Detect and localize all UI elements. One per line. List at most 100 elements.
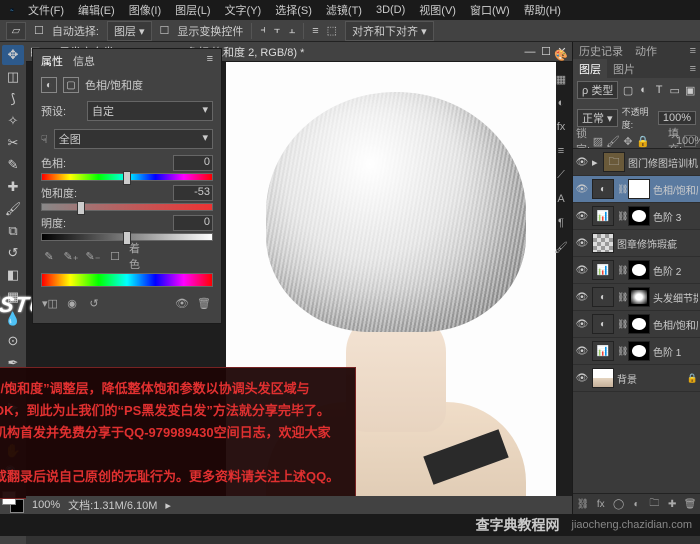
filter-smart-icon[interactable]: ▣ <box>684 84 696 96</box>
visibility-icon[interactable]: 👁 <box>575 292 589 303</box>
hue-value[interactable]: 0 <box>173 155 213 171</box>
link-icon[interactable]: ⛓ <box>617 346 625 357</box>
layer-name[interactable]: 图章修饰瑕疵 <box>617 236 698 251</box>
distribute-icon[interactable]: ≡ <box>312 25 318 37</box>
link-icon[interactable]: ⛓ <box>617 184 625 195</box>
new-adjustment-icon[interactable]: ◐ <box>629 496 645 512</box>
adjustment-thumb[interactable]: 📊 <box>592 341 614 361</box>
crop-tool[interactable]: ✂ <box>2 133 24 153</box>
menu-window[interactable]: 窗口(W) <box>464 0 516 20</box>
link-icon[interactable]: ⛓ <box>617 265 625 276</box>
layer-name[interactable]: 色相/饱和度 1 <box>653 317 698 332</box>
colorize-checkbox[interactable]: ☐ <box>107 249 123 263</box>
visibility-icon[interactable]: 👁 <box>575 265 589 276</box>
filter-pixel-icon[interactable]: ▢ <box>622 84 634 96</box>
align-icon2[interactable]: ⫟ <box>274 24 281 37</box>
adjustment-thumb[interactable]: ◐ <box>592 287 614 307</box>
fill-value[interactable]: 100% <box>684 135 696 147</box>
visibility-icon[interactable]: 👁 <box>575 211 589 222</box>
healing-tool[interactable]: ✚ <box>2 177 24 197</box>
layer-name[interactable]: 色阶 1 <box>653 344 698 359</box>
lock-transparent-icon[interactable]: ▨ <box>592 135 604 147</box>
tab-actions[interactable]: 动作 <box>629 41 663 61</box>
show-transform-checkbox[interactable]: ☐ <box>160 24 170 37</box>
align-icon[interactable]: ⫞ <box>260 24 266 37</box>
adjustment-thumb[interactable]: ◐ <box>592 314 614 334</box>
menu-layer[interactable]: 图层(L) <box>169 0 216 20</box>
visibility-icon[interactable]: 👁 <box>575 319 589 330</box>
target-adjust-icon[interactable]: ☟ <box>41 133 48 146</box>
layer-row[interactable]: 👁 📊 ⛓ 色阶 2 <box>573 257 700 284</box>
menu-image[interactable]: 图像(I) <box>123 0 167 20</box>
color-panel-icon[interactable]: 🎨 <box>551 46 571 64</box>
layer-row[interactable]: 👁 ◐ ⛓ 色相/饱和度 1 <box>573 311 700 338</box>
layer-row[interactable]: 👁 ◐ ⛓ 色相/饱和度 2 <box>573 176 700 203</box>
new-group-icon[interactable]: 🗀 <box>646 496 662 512</box>
brush-panel-icon[interactable]: 🖌 <box>551 238 571 256</box>
visibility-icon[interactable]: 👁 <box>575 184 589 195</box>
layer-name[interactable]: 头发细节提取 <box>653 290 698 305</box>
tab-info[interactable]: 信息 <box>73 53 95 69</box>
layer-name[interactable]: 色阶 3 <box>653 209 698 224</box>
adjustments-panel-icon[interactable]: ◐ <box>551 94 571 112</box>
mask-thumb[interactable] <box>628 341 650 361</box>
layer-row[interactable]: 👁 图章修饰瑕疵 <box>573 230 700 257</box>
lock-pixels-icon[interactable]: 🖌 <box>607 135 619 147</box>
layer-fx-icon[interactable]: fx <box>593 496 609 512</box>
saturation-value[interactable]: -53 <box>173 185 213 201</box>
panel-menu-icon[interactable]: ≡ <box>686 63 700 75</box>
dodge-tool[interactable]: ⊙ <box>2 331 24 351</box>
visibility-icon[interactable]: 👁 <box>575 157 589 168</box>
visibility-icon[interactable]: 👁 <box>575 346 589 357</box>
delete-layer-icon[interactable]: 🗑 <box>682 496 698 512</box>
adjustment-thumb[interactable]: ◐ <box>592 179 614 199</box>
new-layer-icon[interactable]: ✚ <box>664 496 680 512</box>
paragraph-panel-icon[interactable]: ¶ <box>551 214 571 232</box>
layer-name[interactable]: 背景 <box>617 371 684 386</box>
channels-panel-icon[interactable]: ≡ <box>551 142 571 160</box>
paths-panel-icon[interactable]: ⟋ <box>551 166 571 184</box>
filter-adjust-icon[interactable]: ◐ <box>638 84 650 96</box>
visibility-icon[interactable]: 👁 <box>575 373 589 384</box>
link-layers-icon[interactable]: ⛓ <box>575 496 591 512</box>
layer-group[interactable]: 👁 ▸ 🗀 图门修图培训机构 <box>573 149 700 176</box>
layer-name[interactable]: 图门修图培训机构 <box>628 155 698 170</box>
swatches-panel-icon[interactable]: ▦ <box>551 70 571 88</box>
menu-view[interactable]: 视图(V) <box>413 0 462 20</box>
link-icon[interactable]: ⛓ <box>617 211 625 222</box>
visibility-icon[interactable]: 👁 <box>575 238 589 249</box>
hue-slider[interactable] <box>41 173 213 181</box>
align-dropdown[interactable]: 对齐和下对齐 ▾ <box>345 21 434 41</box>
adjustment-thumb[interactable]: 📊 <box>592 206 614 226</box>
layer-thumb[interactable] <box>592 233 614 253</box>
adjustment-thumb[interactable]: 📊 <box>592 260 614 280</box>
view-previous-icon[interactable]: ◉ <box>63 295 81 311</box>
eyedropper-tool[interactable]: ✎ <box>2 155 24 175</box>
magic-wand-tool[interactable]: ✧ <box>2 111 24 131</box>
layer-row[interactable]: 👁 📊 ⛓ 色阶 3 <box>573 203 700 230</box>
link-icon[interactable]: ⛓ <box>617 292 625 303</box>
stamp-tool[interactable]: ⧉ <box>2 221 24 241</box>
eyedropper-icon[interactable]: ✎ <box>41 249 57 263</box>
menu-help[interactable]: 帮助(H) <box>518 0 567 20</box>
marquee-tool[interactable]: ◫ <box>2 67 24 87</box>
auto-select-dropdown[interactable]: 图层 ▾ <box>107 21 152 41</box>
layer-filter-dropdown[interactable]: ρ 类型 <box>577 81 618 99</box>
tab-images[interactable]: 图片 <box>607 59 641 79</box>
menu-3d[interactable]: 3D(D) <box>370 2 411 18</box>
menu-select[interactable]: 选择(S) <box>269 0 318 20</box>
layer-row[interactable]: 👁 ◐ ⛓ 头发细节提取 <box>573 284 700 311</box>
mask-thumb[interactable] <box>628 206 650 226</box>
tab-properties[interactable]: 属性 <box>41 53 63 69</box>
clip-to-layer-icon[interactable]: ▾◫ <box>41 295 59 311</box>
eyedropper-sub-icon[interactable]: ✎₋ <box>85 249 101 263</box>
minimize-icon[interactable]: — <box>524 46 536 58</box>
mask-thumb[interactable] <box>628 260 650 280</box>
tab-layers[interactable]: 图层 <box>573 59 607 79</box>
lock-position-icon[interactable]: ✥ <box>622 135 634 147</box>
layer-thumb[interactable] <box>592 368 614 388</box>
history-brush-tool[interactable]: ↺ <box>2 243 24 263</box>
lightness-value[interactable]: 0 <box>173 215 213 231</box>
menu-file[interactable]: 文件(F) <box>22 0 70 20</box>
panel-menu-icon[interactable]: ≡ <box>686 45 700 57</box>
